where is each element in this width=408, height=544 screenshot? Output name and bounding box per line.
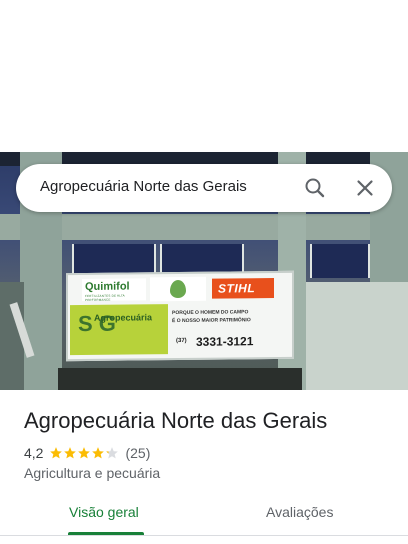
entrance [58, 368, 302, 390]
sign-motto-line1: PORQUE O HOMEM DO CAMPO [172, 309, 249, 317]
search-bar[interactable]: Agropecuária Norte das Gerais [16, 164, 392, 212]
window [310, 244, 370, 278]
tab-overview[interactable]: Visão geral [69, 504, 139, 520]
quimifol-logo-text: Quimifol [85, 280, 130, 293]
close-icon[interactable] [353, 176, 377, 200]
store-sign: Quimifol FERTILIZANTES DE ALTA PERFORMAN… [66, 270, 294, 362]
star-icon [92, 447, 105, 459]
search-icon[interactable] [303, 176, 327, 200]
tab-reviews[interactable]: Avaliações [266, 504, 333, 520]
tabs-divider [0, 535, 408, 536]
review-count[interactable]: (25) [125, 445, 150, 461]
star-icon [78, 447, 91, 459]
store-logo: S G Agropecuária [70, 304, 168, 356]
tab-bar: Visão geral Avaliações [0, 496, 408, 544]
map-blank-area [0, 0, 408, 152]
star-rating [49, 446, 119, 460]
rating-value: 4,2 [24, 445, 44, 461]
star-icon [50, 447, 63, 459]
drop-icon [170, 279, 186, 299]
stihl-logo-text: STIHL [218, 281, 256, 296]
drop-logo [150, 276, 206, 302]
wall [306, 282, 408, 390]
sign-phone-number: 3331-3121 [196, 334, 254, 349]
quimifol-tagline: FERTILIZANTES DE ALTA PERFORMANCE [85, 293, 125, 302]
search-input[interactable]: Agropecuária Norte das Gerais [40, 178, 247, 195]
star-icon [64, 447, 77, 459]
store-logo-text: Agropecuária [94, 312, 153, 323]
quimifol-logo: Quimifol FERTILIZANTES DE ALTA PERFORMAN… [82, 278, 146, 302]
place-category[interactable]: Agricultura e pecuária [24, 465, 160, 481]
star-half-icon [106, 447, 119, 459]
sign-phone-area: (37) [176, 337, 187, 345]
rating-row[interactable]: 4,2 (25) [24, 444, 150, 462]
sign-motto-line2: É O NOSSO MAIOR PATRIMÔNIO [172, 317, 251, 325]
place-title: Agropecuária Norte das Gerais [24, 408, 328, 433]
stihl-logo: STIHL [212, 278, 274, 299]
